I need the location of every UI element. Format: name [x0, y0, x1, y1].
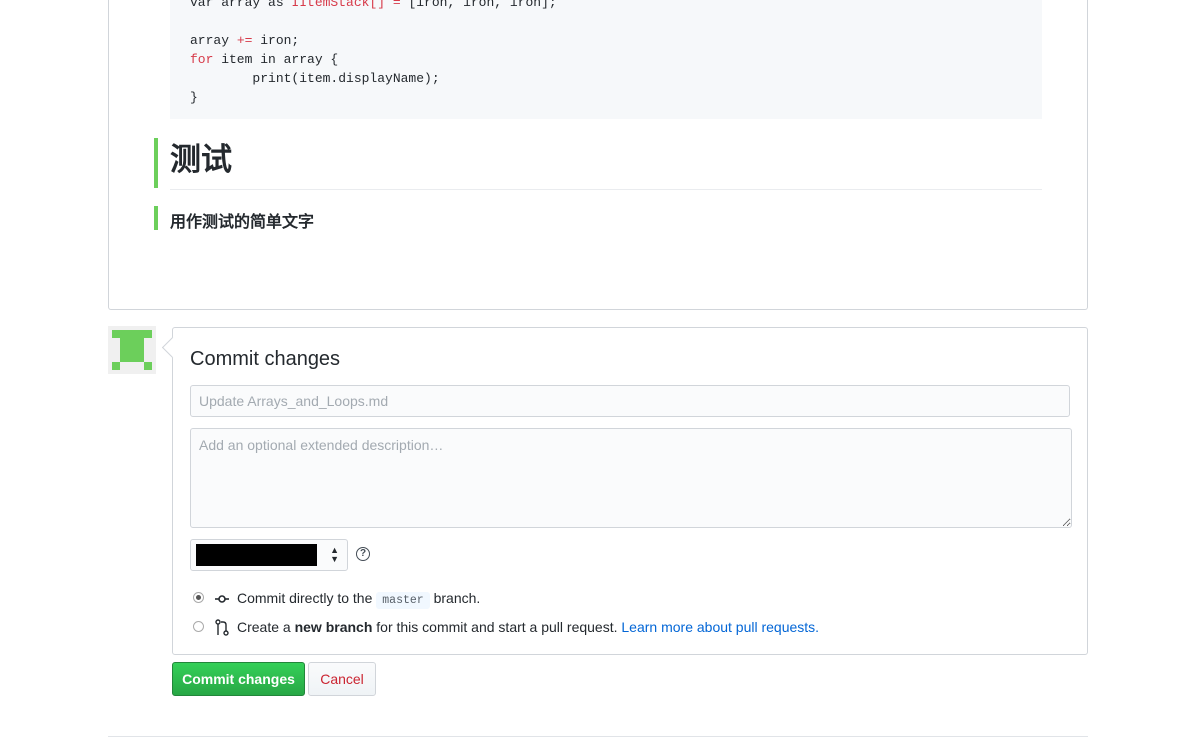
git-commit-icon: [215, 595, 229, 603]
cancel-button[interactable]: Cancel: [308, 662, 376, 696]
code-block: var array as IItemStack[] = [iron, iron,…: [170, 0, 1042, 119]
heading-accent-bar: [154, 138, 158, 188]
avatar[interactable]: [108, 326, 156, 374]
heading: 测试: [170, 142, 232, 178]
code-line: }: [190, 90, 198, 105]
git-pull-request-icon: [215, 619, 229, 636]
new-branch-label: Create a new branch for this commit and …: [237, 619, 820, 635]
paragraph-accent-bar: [154, 206, 158, 230]
commit-summary-input[interactable]: [190, 385, 1070, 417]
author-value: [196, 544, 317, 566]
commit-form: Commit changes ▲▼ ? Commit directly to t…: [161, 327, 1088, 655]
form-pointer: [161, 336, 184, 359]
commit-title: Commit changes: [190, 348, 341, 370]
new-branch-radio[interactable]: [193, 621, 204, 632]
paragraph: 用作测试的简单文字: [170, 212, 315, 231]
pull-requests-help-link[interactable]: Learn more about pull requests.: [621, 619, 819, 635]
branch-name: master: [376, 592, 430, 609]
author-select[interactable]: ▲ ▼: [190, 539, 348, 571]
heading-block: 测试: [154, 138, 1042, 190]
select-caret-icon: ▲ ▼: [330, 545, 339, 564]
commit-description-input[interactable]: [190, 428, 1072, 528]
commit-directly-label: Commit directly to the master branch.: [237, 590, 481, 609]
question-icon[interactable]: ?: [356, 547, 370, 561]
footer-divider: [108, 736, 1088, 737]
code-line: print(item.displayName);: [190, 71, 440, 86]
heading-divider: [170, 189, 1042, 190]
commit-directly-radio[interactable]: [193, 592, 204, 603]
code-line: array += iron;: [190, 33, 300, 48]
commit-changes-button[interactable]: Commit changes: [172, 662, 305, 696]
code-line: var array as IItemStack[] = [iron, iron,…: [190, 0, 557, 10]
markdown-preview: var array as IItemStack[] = [iron, iron,…: [108, 0, 1088, 310]
code-line: for item in array {: [190, 52, 339, 67]
